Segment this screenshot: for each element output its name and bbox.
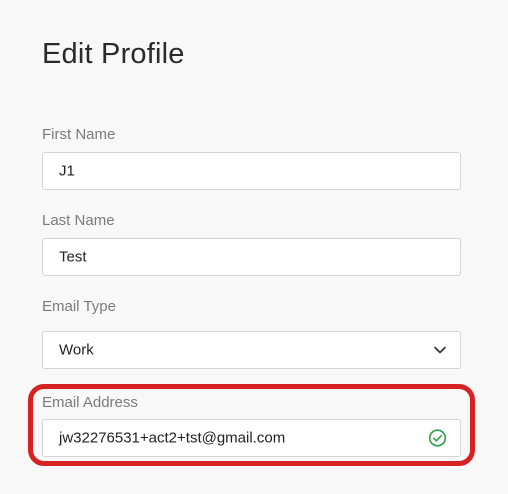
email-address-value: jw32276531+act2+tst@gmail.com — [59, 429, 286, 447]
page-title: Edit Profile — [42, 38, 185, 70]
first-name-label: First Name — [42, 126, 116, 143]
last-name-label: Last Name — [42, 212, 115, 229]
first-name-field[interactable]: J1 — [42, 152, 461, 190]
email-type-label: Email Type — [42, 298, 116, 315]
check-circle-icon — [428, 429, 447, 447]
first-name-value: J1 — [59, 162, 75, 180]
email-address-field[interactable]: jw32276531+act2+tst@gmail.com — [42, 419, 461, 457]
email-address-label: Email Address — [42, 394, 138, 411]
last-name-field[interactable]: Test — [42, 238, 461, 276]
email-type-selected-value: Work — [59, 341, 94, 359]
email-type-select[interactable]: Work — [42, 331, 461, 369]
chevron-down-icon — [434, 346, 446, 354]
last-name-value: Test — [59, 248, 87, 266]
